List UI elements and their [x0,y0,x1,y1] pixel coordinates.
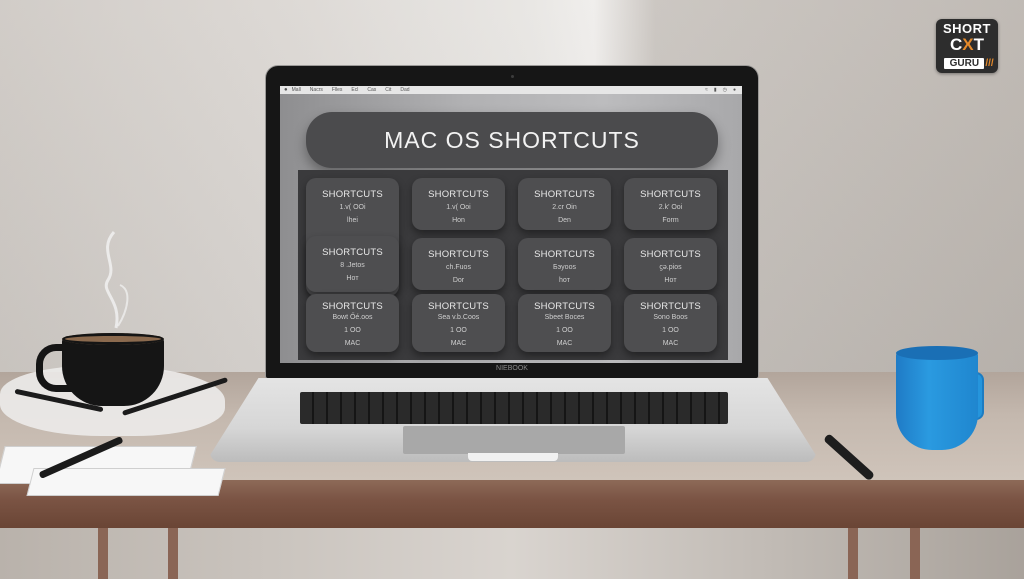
blue-mug [896,350,978,450]
card-title: SHORTCUTS [534,301,595,312]
shortcut-card[interactable]: SHORTCUTS 8 .Jetos Hoт [306,236,399,292]
menu-bar: ● Mall Nacrs Flles Ecl Cas Cit Dad ≈ ▮ ◷… [280,86,742,94]
menu-item[interactable]: Ecl [351,87,358,93]
shortcut-card[interactable]: SHORTCUTS 2.k' Ooi Form [624,178,717,230]
menu-item[interactable]: Cit [385,87,391,93]
menu-item[interactable]: Flles [332,87,343,93]
desk-leg [848,528,858,579]
card-line: 1.v( Ooi [446,204,471,211]
scissors-icon: X [962,35,974,54]
card-title: SHORTCUTS [428,301,489,312]
card-line: Sono Boos [653,314,688,321]
card-title: SHORTCUTS [640,189,701,200]
card-line: Hoт [346,275,359,282]
logo-guru: GURU [944,58,985,69]
logo-line-2: CXT [936,36,998,53]
card-title: SHORTCUTS [322,301,383,312]
shortcut-card[interactable]: SHORTCUTS 2.cr Oin Den [518,178,611,230]
webcam-icon [511,75,514,78]
card-line: 1 OO [450,327,467,334]
laptop-screen: ● Mall Nacrs Flles Ecl Cas Cit Dad ≈ ▮ ◷… [280,86,742,363]
card-line: Hoт [664,277,677,284]
logo-line-3: GURU/// [936,53,998,71]
laptop-brand-label: NIEBOOK [496,365,528,372]
shortcut-card[interactable]: SHORTCUTS 1.v( Ooi Hon [412,178,505,230]
blue-mug-rim [896,346,978,360]
shortcut-card[interactable]: SHORTCUTS Sbeet Boces 1 OO MAC [518,294,611,352]
card-line: MAC [556,340,573,347]
card-line: ϛə.pios [659,264,682,271]
lid-opening-notch [468,453,558,461]
laptop-base [210,378,816,462]
card-line: Den [558,217,571,224]
status-area: ≈ ▮ ◷ ● [705,87,736,93]
card-title: SHORTCUTS [428,189,489,200]
card-title: SHORTCUTS [534,249,595,260]
card-line: Sea v.b.Coos [437,314,480,321]
user-icon[interactable]: ● [733,87,736,93]
card-line: Bowt Őé.oos [332,314,373,321]
card-line: Sbeet Boces [544,314,585,321]
shortcut-guru-logo: SHORT CXT GURU/// [936,19,998,73]
card-line: 1 OO [662,327,679,334]
menu-item[interactable]: Dad [400,87,409,93]
shortcut-card[interactable]: SHORTCUTS Бэyoos hoт [518,238,611,290]
shortcut-card[interactable]: SHORTCUTS ch.Fuos Dor [412,238,505,290]
card-title: SHORTCUTS [534,189,595,200]
card-line: MAC [662,340,679,347]
card-line: Бэyoos [553,264,576,271]
card-line: Hon [452,217,465,224]
card-line: ch.Fuos [446,264,471,271]
logo-letter: C [949,35,963,54]
card-title: SHORTCUTS [322,189,383,200]
coffee-cup [62,336,164,406]
card-line: Dor [452,277,465,284]
trackpad[interactable] [403,426,625,454]
card-line: MAC [450,340,467,347]
card-title: SHORTCUTS [428,249,489,260]
apple-icon[interactable]: ● [284,87,288,93]
shortcut-card[interactable]: SHORTCUTS Sea v.b.Coos 1 OO MAC [412,294,505,352]
coffee-surface [62,333,164,345]
floor [0,528,1024,579]
card-line: 1.v( OOi [339,204,366,211]
desk-leg [98,528,108,579]
desk-leg [910,528,920,579]
card-title: SHORTCUTS [640,301,701,312]
menu-item[interactable]: Mall [292,87,301,93]
card-line: MAC [344,340,361,347]
page-title: MAC OS SHORTCUTS [306,112,718,168]
battery-icon[interactable]: ▮ [714,87,717,93]
logo-letter: T [973,35,984,54]
card-title: SHORTCUTS [322,247,383,258]
desk-leg [168,528,178,579]
clock-icon[interactable]: ◷ [723,87,727,93]
card-line: 2.k' Ooi [658,204,683,211]
card-line: lhei [347,217,358,224]
card-title: SHORTCUTS [640,249,701,260]
card-line: 1 OO [344,327,361,334]
shortcut-card[interactable]: SHORTCUTS Bowt Őé.oos 1 OO MAC [306,294,399,352]
menu-item[interactable]: Cas [367,87,376,93]
logo-line-1: SHORT [943,21,991,36]
keyboard[interactable] [300,392,728,424]
card-line: 2.cr Oin [552,204,577,211]
card-line: 1 OO [556,327,573,334]
card-line: 8 .Jetos [340,262,365,269]
shortcut-card[interactable]: SHORTCUTS ϛə.pios Hoт [624,238,717,290]
card-line: hoт [559,277,570,284]
shortcut-card[interactable]: SHORTCUTS Sono Boos 1 OO MAC [624,294,717,352]
steam-icon [104,231,129,329]
wifi-icon[interactable]: ≈ [705,87,708,93]
menu-item[interactable]: Nacrs [310,87,323,93]
card-line: Form [662,217,679,224]
laptop-lid: ● Mall Nacrs Flles Ecl Cas Cit Dad ≈ ▮ ◷… [266,66,758,378]
logo-slashes: /// [985,58,994,69]
